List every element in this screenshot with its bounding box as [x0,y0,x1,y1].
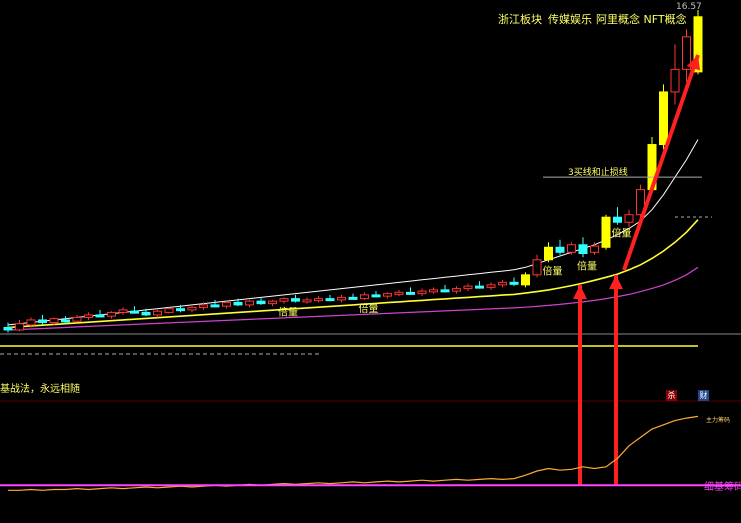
candle-body [371,294,381,298]
candle-body [429,289,438,293]
trend-arrow [622,54,700,271]
volume-arrow-1-head [573,285,587,299]
candle-body [601,216,611,248]
candle-body [383,293,392,297]
candle-body [578,244,588,255]
candle-body [452,288,461,292]
signal-label: 倍量 [612,227,632,240]
candle-body [555,246,565,253]
volume-arrow-2-head [609,275,623,289]
concept-tag-zhejiang[interactable]: 浙江板块 [498,11,542,27]
candle-body [348,296,358,300]
price-high-label: 16.57 [676,2,702,12]
badge-finance[interactable]: 财 [698,390,709,401]
candle-body [279,298,289,302]
candle-body [475,285,484,289]
concept-tag-media[interactable]: 传媒娱乐 [548,11,592,27]
candle-body [360,294,369,300]
chip-line [8,415,699,491]
signal-label: 倍量 [577,259,597,272]
concept-tag-ali-nft[interactable]: 阿里概念 NFT概念 [596,11,687,27]
candle-body [440,289,450,293]
candle-body [463,285,473,290]
candle-body [95,314,105,318]
candle-body [72,316,82,322]
candle-body [590,245,599,253]
candle-body [659,91,668,146]
signal-label: 倍量 [359,302,379,315]
candle-body [268,300,277,305]
candle-body [222,301,231,307]
candle-body [3,326,13,331]
candle-body [325,298,335,302]
candle-body [670,68,680,93]
chip-note: 主力筹码 [706,417,731,424]
candle-body [199,304,208,308]
candle-body [61,319,70,323]
candle-body [84,314,93,318]
candle-body [210,304,220,308]
candle-body [245,300,254,306]
candle-body [498,281,507,286]
candle-body [26,319,36,326]
candle-body [486,284,496,288]
candle-body [141,311,151,316]
candle-body [15,323,24,331]
candle-body [176,308,185,312]
signal-label: 倍量 [543,264,563,277]
candle-body [38,319,47,323]
candlestick-chart[interactable]: 3买线和止损线倍量 倍量倍量 倍量倍量 [0,0,741,523]
candle-body [314,298,323,302]
candle-body [613,216,622,223]
strategy-text: 基战法，永远相随 [0,384,80,395]
candle-body [291,298,300,302]
candle-body [509,281,519,285]
candle-body [544,246,553,261]
candle-body [187,306,197,311]
signal-label: 倍量 [278,306,298,319]
candle-body [256,300,266,305]
candle-body [417,290,427,295]
candle-body [394,291,404,295]
candle-body [302,299,312,303]
candle-body [49,318,59,323]
candle-body [107,311,116,317]
candle-body [406,291,415,295]
resistance-label: 3买线和止损线 [568,166,628,178]
candle-body [118,309,128,313]
candle-body [567,244,576,253]
candle-body [233,301,243,306]
stock-chart-window: 3买线和止损线 倍量 倍量 倍量 倍量 倍量 浙江板块 传媒娱乐 阿里概念 NFT概念 1… [0,0,741,523]
candle-body [130,310,139,314]
indicator-label: 细基筹码 [704,482,741,493]
candle-body [153,310,162,316]
candle-body [164,308,174,313]
candle-body [337,296,346,301]
candle-body [624,214,634,223]
badge-sell[interactable]: 杀 [666,390,677,401]
candle-body [521,274,530,286]
candle-body [532,259,542,276]
